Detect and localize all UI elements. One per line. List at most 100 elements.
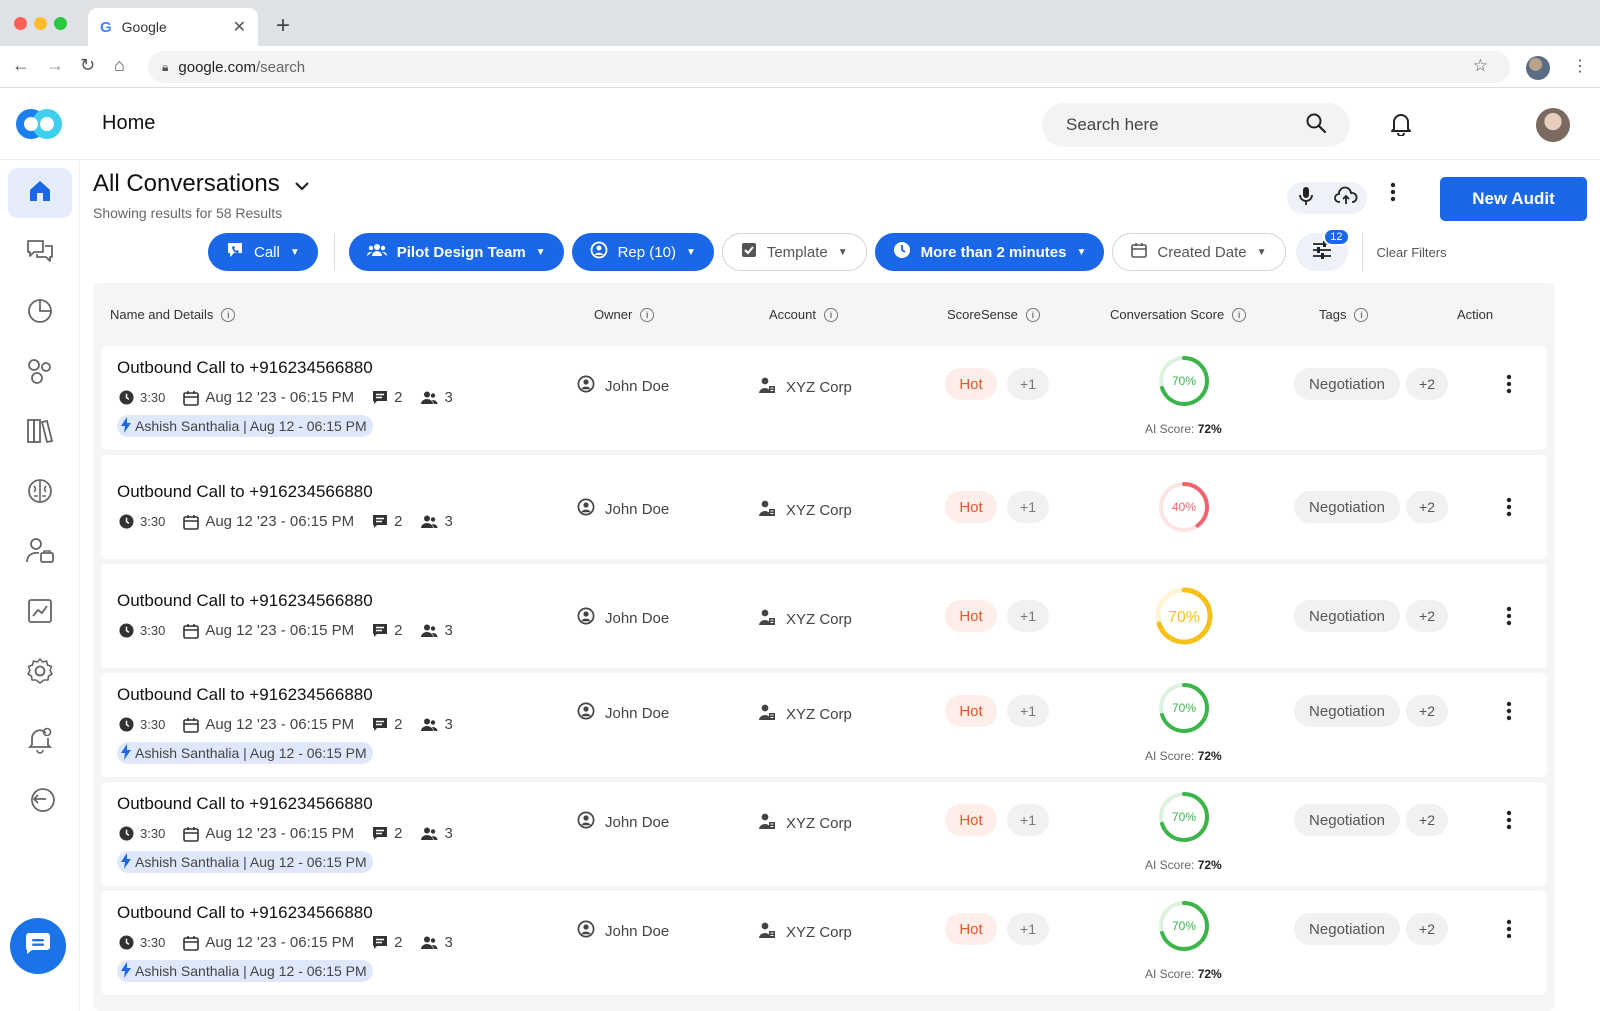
scoresense-more-badge[interactable]: +1 [1007,804,1049,836]
back-icon[interactable]: ← [12,55,30,76]
app-logo[interactable] [16,109,64,139]
sidebar-item-ai[interactable] [8,468,72,518]
table-row[interactable]: Outbound Call to +916234566880 3:30 Aug … [101,782,1547,886]
table-row[interactable]: Outbound Call to +916234566880 3:30 Aug … [101,346,1547,450]
search-input[interactable]: Search here [1042,103,1350,147]
user-avatar[interactable] [1536,108,1570,142]
notifications-bell-icon[interactable] [1390,112,1412,141]
microphone-icon[interactable] [1297,185,1315,212]
tag-more-chip[interactable]: +2 [1406,913,1448,945]
scoresense-badge[interactable]: Hot [945,368,997,400]
advanced-filters-button[interactable]: 12 [1295,228,1350,271]
tag-more-chip[interactable]: +2 [1406,804,1448,836]
row-actions-icon[interactable] [1506,919,1512,944]
scoresense-more-badge[interactable]: +1 [1007,913,1049,945]
lightning-icon [121,416,131,436]
more-options-icon[interactable] [1390,182,1396,207]
tag-chip[interactable]: Negotiation [1294,913,1400,945]
participant-count: 3 [444,716,453,733]
filter-rep[interactable]: Rep (10) ▼ [571,233,714,271]
table-row[interactable]: Outbound Call to +916234566880 3:30 Aug … [101,564,1547,668]
filter-team[interactable]: Pilot Design Team ▼ [348,233,564,271]
filter-duration[interactable]: More than 2 minutes ▼ [874,233,1105,271]
scoresense-badge[interactable]: Hot [945,804,997,836]
sidebar-item-library[interactable] [8,408,72,458]
browser-tab[interactable]: G Google ✕ [88,8,258,46]
conversation-score-ring[interactable]: 70% [1157,681,1211,735]
row-actions-icon[interactable] [1506,606,1512,631]
table-row[interactable]: Outbound Call to +916234566880 3:30 Aug … [101,673,1547,777]
conversation-title[interactable]: Outbound Call to +916234566880 [117,358,373,378]
tag-chip[interactable]: Negotiation [1294,491,1400,523]
conversation-title[interactable]: Outbound Call to +916234566880 [117,794,373,814]
scoresense-more-badge[interactable]: +1 [1007,600,1049,632]
conversation-score-ring[interactable]: 40% [1157,480,1211,534]
lightning-icon [121,852,131,872]
scoresense-badge[interactable]: Hot [945,695,997,727]
table-row[interactable]: Outbound Call to +916234566880 3:30 Aug … [101,455,1547,559]
participants-icon [420,826,438,841]
tag-more-chip[interactable]: +2 [1406,695,1448,727]
tag-more-chip[interactable]: +2 [1406,600,1448,632]
google-favicon-icon: G [100,18,112,36]
tag-more-chip[interactable]: +2 [1406,368,1448,400]
sidebar-item-home[interactable] [8,168,72,218]
home-browser-icon[interactable]: ⌂ [114,55,125,76]
filter-template[interactable]: Template ▼ [721,233,867,271]
row-actions-icon[interactable] [1506,497,1512,522]
column-name-details: Name and Details i [110,307,236,322]
scoresense-more-badge[interactable]: +1 [1007,695,1049,727]
conversations-view-selector[interactable]: All Conversations [93,170,310,198]
forward-icon[interactable]: → [46,55,64,76]
sidebar-item-logout[interactable] [8,776,72,826]
sidebar-item-settings[interactable] [8,648,72,698]
new-tab-icon[interactable]: + [276,12,290,40]
address-bar[interactable]: 🔒︎ google.com/search ☆ [148,51,1510,83]
bookmark-star-icon[interactable]: ☆ [1473,56,1488,76]
window-minimize-dot[interactable] [34,17,47,30]
conversation-score-ring[interactable]: 70% [1154,586,1214,646]
browser-menu-icon[interactable]: ⋮ [1572,56,1588,76]
sidebar-item-users[interactable] [8,528,72,578]
new-audit-button[interactable]: New Audit [1440,177,1587,221]
window-maximize-dot[interactable] [54,17,67,30]
sidebar-item-reports[interactable] [8,588,72,638]
clear-filters-link[interactable]: Clear Filters [1377,245,1447,260]
bubbles-icon [25,356,55,391]
user-circle-icon [577,498,595,520]
chat-support-button[interactable] [10,918,66,974]
row-actions-icon[interactable] [1506,810,1512,835]
tag-chip[interactable]: Negotiation [1294,368,1400,400]
window-close-dot[interactable] [14,17,27,30]
search-icon[interactable] [1306,113,1327,138]
conversation-title[interactable]: Outbound Call to +916234566880 [117,591,373,611]
scoresense-badge[interactable]: Hot [945,600,997,632]
tag-more-chip[interactable]: +2 [1406,491,1448,523]
tag-chip[interactable]: Negotiation [1294,695,1400,727]
scoresense-more-badge[interactable]: +1 [1007,368,1049,400]
close-tab-icon[interactable]: ✕ [233,17,246,37]
sidebar-item-analytics[interactable] [8,288,72,338]
cloud-upload-icon[interactable] [1333,186,1358,211]
sidebar-item-groups[interactable] [8,348,72,398]
conversation-score-ring[interactable]: 70% [1157,790,1211,844]
browser-profile-avatar[interactable] [1526,56,1550,80]
row-actions-icon[interactable] [1506,701,1512,726]
conversation-score-ring[interactable]: 70% [1157,354,1211,408]
filter-created-date[interactable]: Created Date ▼ [1112,233,1286,271]
tag-chip[interactable]: Negotiation [1294,804,1400,836]
filter-call[interactable]: Call ▼ [208,233,318,271]
tag-chip[interactable]: Negotiation [1294,600,1400,632]
conversation-score-ring[interactable]: 70% [1157,899,1211,953]
conversation-title[interactable]: Outbound Call to +916234566880 [117,482,373,502]
sidebar-item-alerts[interactable] [8,716,72,766]
scoresense-badge[interactable]: Hot [945,491,997,523]
conversation-title[interactable]: Outbound Call to +916234566880 [117,903,373,923]
scoresense-badge[interactable]: Hot [945,913,997,945]
scoresense-more-badge[interactable]: +1 [1007,491,1049,523]
table-row[interactable]: Outbound Call to +916234566880 3:30 Aug … [101,891,1547,995]
sidebar-item-conversations[interactable] [8,228,72,278]
reload-icon[interactable]: ↻ [80,55,95,76]
conversation-title[interactable]: Outbound Call to +916234566880 [117,685,373,705]
row-actions-icon[interactable] [1506,374,1512,399]
